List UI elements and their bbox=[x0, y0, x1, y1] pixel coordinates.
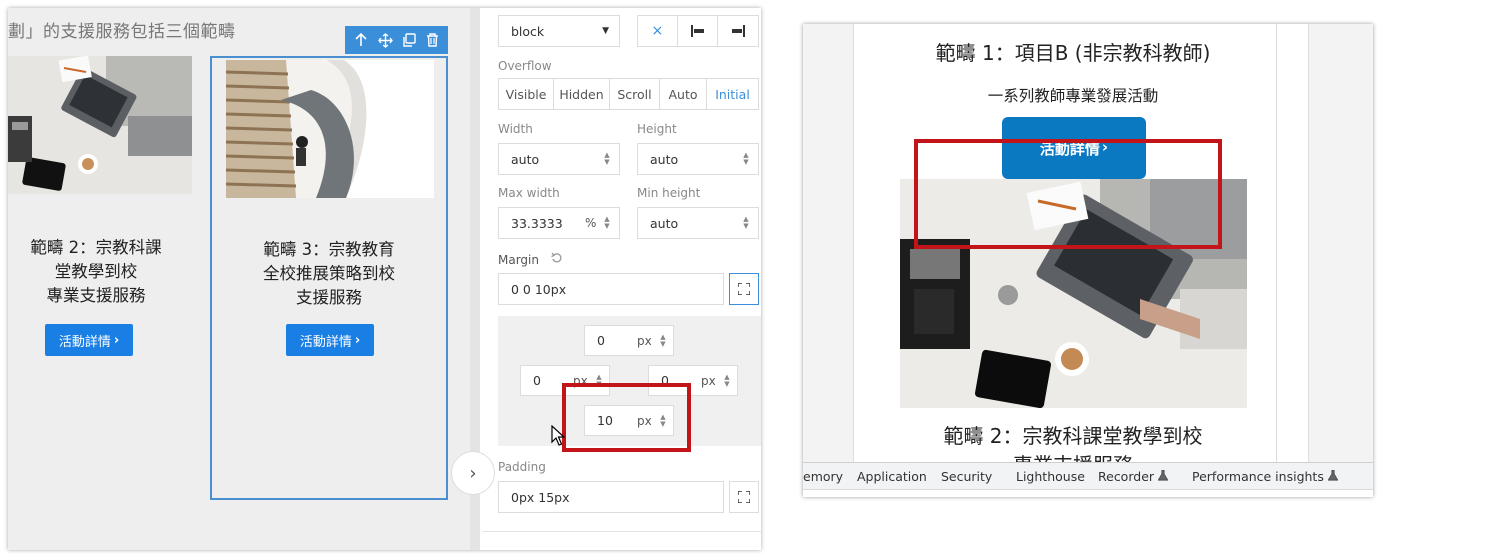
card-title: 範疇 2：宗教科課 堂教學到校 專業支援服務 bbox=[30, 238, 162, 305]
stepper-icon[interactable]: ▲ ▼ bbox=[742, 216, 750, 230]
section-heading: 劃」的支援服務包括三個範疇 bbox=[8, 22, 236, 42]
max-width-unit: % bbox=[585, 216, 597, 230]
float-none-icon[interactable]: × bbox=[638, 16, 678, 46]
preview-section-title: 範疇 1：項目B (非宗教科教師) bbox=[935, 41, 1211, 65]
mouse-cursor-icon bbox=[551, 424, 566, 451]
service-card-selected[interactable]: 範疇 3：宗教教育 全校推展策略到校 支援服務 活動詳情 › bbox=[210, 56, 448, 500]
width-label: Width bbox=[498, 122, 533, 136]
height-input[interactable]: auto ▲ ▼ bbox=[637, 143, 759, 175]
overflow-segment: Visible Hidden Scroll Auto Initial bbox=[498, 78, 759, 110]
width-input[interactable]: auto ▲ ▼ bbox=[498, 143, 620, 175]
panel-toggle-button[interactable]: › bbox=[451, 451, 495, 495]
browser-preview: 範疇 1：項目B (非宗教科教師) 一系列教師專業發展活動 活動詳情 › 範疇 … bbox=[803, 24, 1373, 497]
flask-icon bbox=[1157, 469, 1169, 484]
caret-down-icon: ▼ bbox=[602, 26, 609, 36]
chevron-right-icon: › bbox=[354, 332, 361, 348]
card-title: 範疇 3：宗教教育 全校推展策略到校 支援服務 bbox=[263, 240, 395, 307]
max-width-input[interactable]: 33.3333 % ▲ ▼ bbox=[498, 207, 620, 239]
float-segment: × bbox=[637, 15, 759, 47]
height-label: Height bbox=[637, 122, 677, 136]
devtools-tab-recorder[interactable]: Recorder bbox=[1098, 469, 1169, 484]
stepper-icon[interactable]: ▲ ▼ bbox=[659, 334, 667, 348]
trash-icon[interactable] bbox=[426, 33, 439, 47]
card-photo-desk bbox=[8, 56, 192, 194]
expand-icon[interactable] bbox=[729, 273, 759, 305]
flask-icon bbox=[1327, 469, 1339, 484]
preview-subtitle: 一系列教師專業發展活動 bbox=[987, 87, 1159, 105]
float-right-icon[interactable] bbox=[718, 16, 758, 46]
stepper-icon[interactable]: ▲ ▼ bbox=[603, 216, 611, 230]
devtools-tab-memory[interactable]: emory bbox=[803, 469, 843, 484]
reset-icon[interactable] bbox=[551, 252, 563, 267]
chevron-right-icon: › bbox=[113, 332, 120, 348]
overflow-label: Overflow bbox=[498, 59, 552, 73]
preview-section-title-2: 範疇 2：宗教科課堂教學到校 bbox=[943, 424, 1203, 448]
min-height-input[interactable]: auto ▲ ▼ bbox=[637, 207, 759, 239]
devtools-tab-security[interactable]: Security bbox=[941, 469, 992, 484]
min-height-label: Min height bbox=[637, 186, 701, 200]
highlight-box bbox=[914, 139, 1222, 249]
padding-input[interactable]: 0px 15px bbox=[498, 481, 724, 513]
float-left-icon[interactable] bbox=[678, 16, 719, 46]
service-card[interactable]: 範疇 2：宗教科課 堂教學到校 專業支援服務 活動詳情 › bbox=[8, 54, 193, 384]
copy-icon[interactable] bbox=[402, 33, 417, 47]
overflow-hidden-option[interactable]: Hidden bbox=[554, 79, 610, 109]
expand-icon[interactable] bbox=[729, 481, 759, 513]
page-builder-panel: 劃」的支援服務包括三個範疇 範疇 2：宗教科課 堂教學到校 專業支援服務 活動詳… bbox=[8, 8, 761, 550]
devtools-tab-performance-insights[interactable]: Performance insights bbox=[1192, 469, 1339, 484]
overflow-auto-option[interactable]: Auto bbox=[660, 79, 707, 109]
margin-input[interactable]: 0 0 10px bbox=[498, 273, 724, 305]
margin-label: Margin bbox=[498, 252, 563, 267]
stepper-icon[interactable]: ▲ ▼ bbox=[742, 152, 750, 166]
margin-top-input[interactable]: 0 px ▲ ▼ bbox=[584, 325, 674, 356]
padding-label: Padding bbox=[498, 460, 546, 474]
screenshot-root: 劃」的支援服務包括三個範疇 範疇 2：宗教科課 堂教學到校 專業支援服務 活動詳… bbox=[0, 0, 1500, 558]
highlight-box bbox=[562, 383, 691, 452]
arrow-up-icon[interactable] bbox=[354, 33, 368, 47]
devtools-tab-bar: emory Application Security Lighthouse Re… bbox=[803, 462, 1373, 489]
details-button[interactable]: 活動詳情 › bbox=[286, 324, 374, 356]
card-content: 範疇 3：宗教教育 全校推展策略到校 支援服務 活動詳情 › bbox=[212, 58, 446, 388]
card-photo-staircase bbox=[226, 60, 434, 198]
chevron-right-icon: › bbox=[469, 462, 477, 484]
display-select[interactable]: block ▼ bbox=[498, 15, 620, 47]
stepper-icon[interactable]: ▲ ▼ bbox=[723, 374, 731, 388]
devtools-tab-application[interactable]: Application bbox=[857, 469, 927, 484]
divider bbox=[482, 531, 761, 532]
details-button[interactable]: 活動詳情 › bbox=[45, 324, 133, 356]
devtools-tab-lighthouse[interactable]: Lighthouse bbox=[1016, 469, 1085, 484]
overflow-initial-option[interactable]: Initial bbox=[707, 79, 758, 109]
element-toolbar bbox=[345, 26, 448, 54]
overflow-scroll-option[interactable]: Scroll bbox=[610, 79, 660, 109]
editor-canvas: 劃」的支援服務包括三個範疇 範疇 2：宗教科課 堂教學到校 專業支援服務 活動詳… bbox=[8, 8, 480, 550]
max-width-label: Max width bbox=[498, 186, 560, 200]
style-manager-panel: block ▼ × Overflow Visible Hidden Scroll… bbox=[482, 8, 761, 550]
stepper-icon[interactable]: ▲ ▼ bbox=[603, 152, 611, 166]
move-icon[interactable] bbox=[377, 32, 393, 48]
overflow-visible-option[interactable]: Visible bbox=[499, 79, 554, 109]
devtools-panel bbox=[803, 489, 1373, 497]
